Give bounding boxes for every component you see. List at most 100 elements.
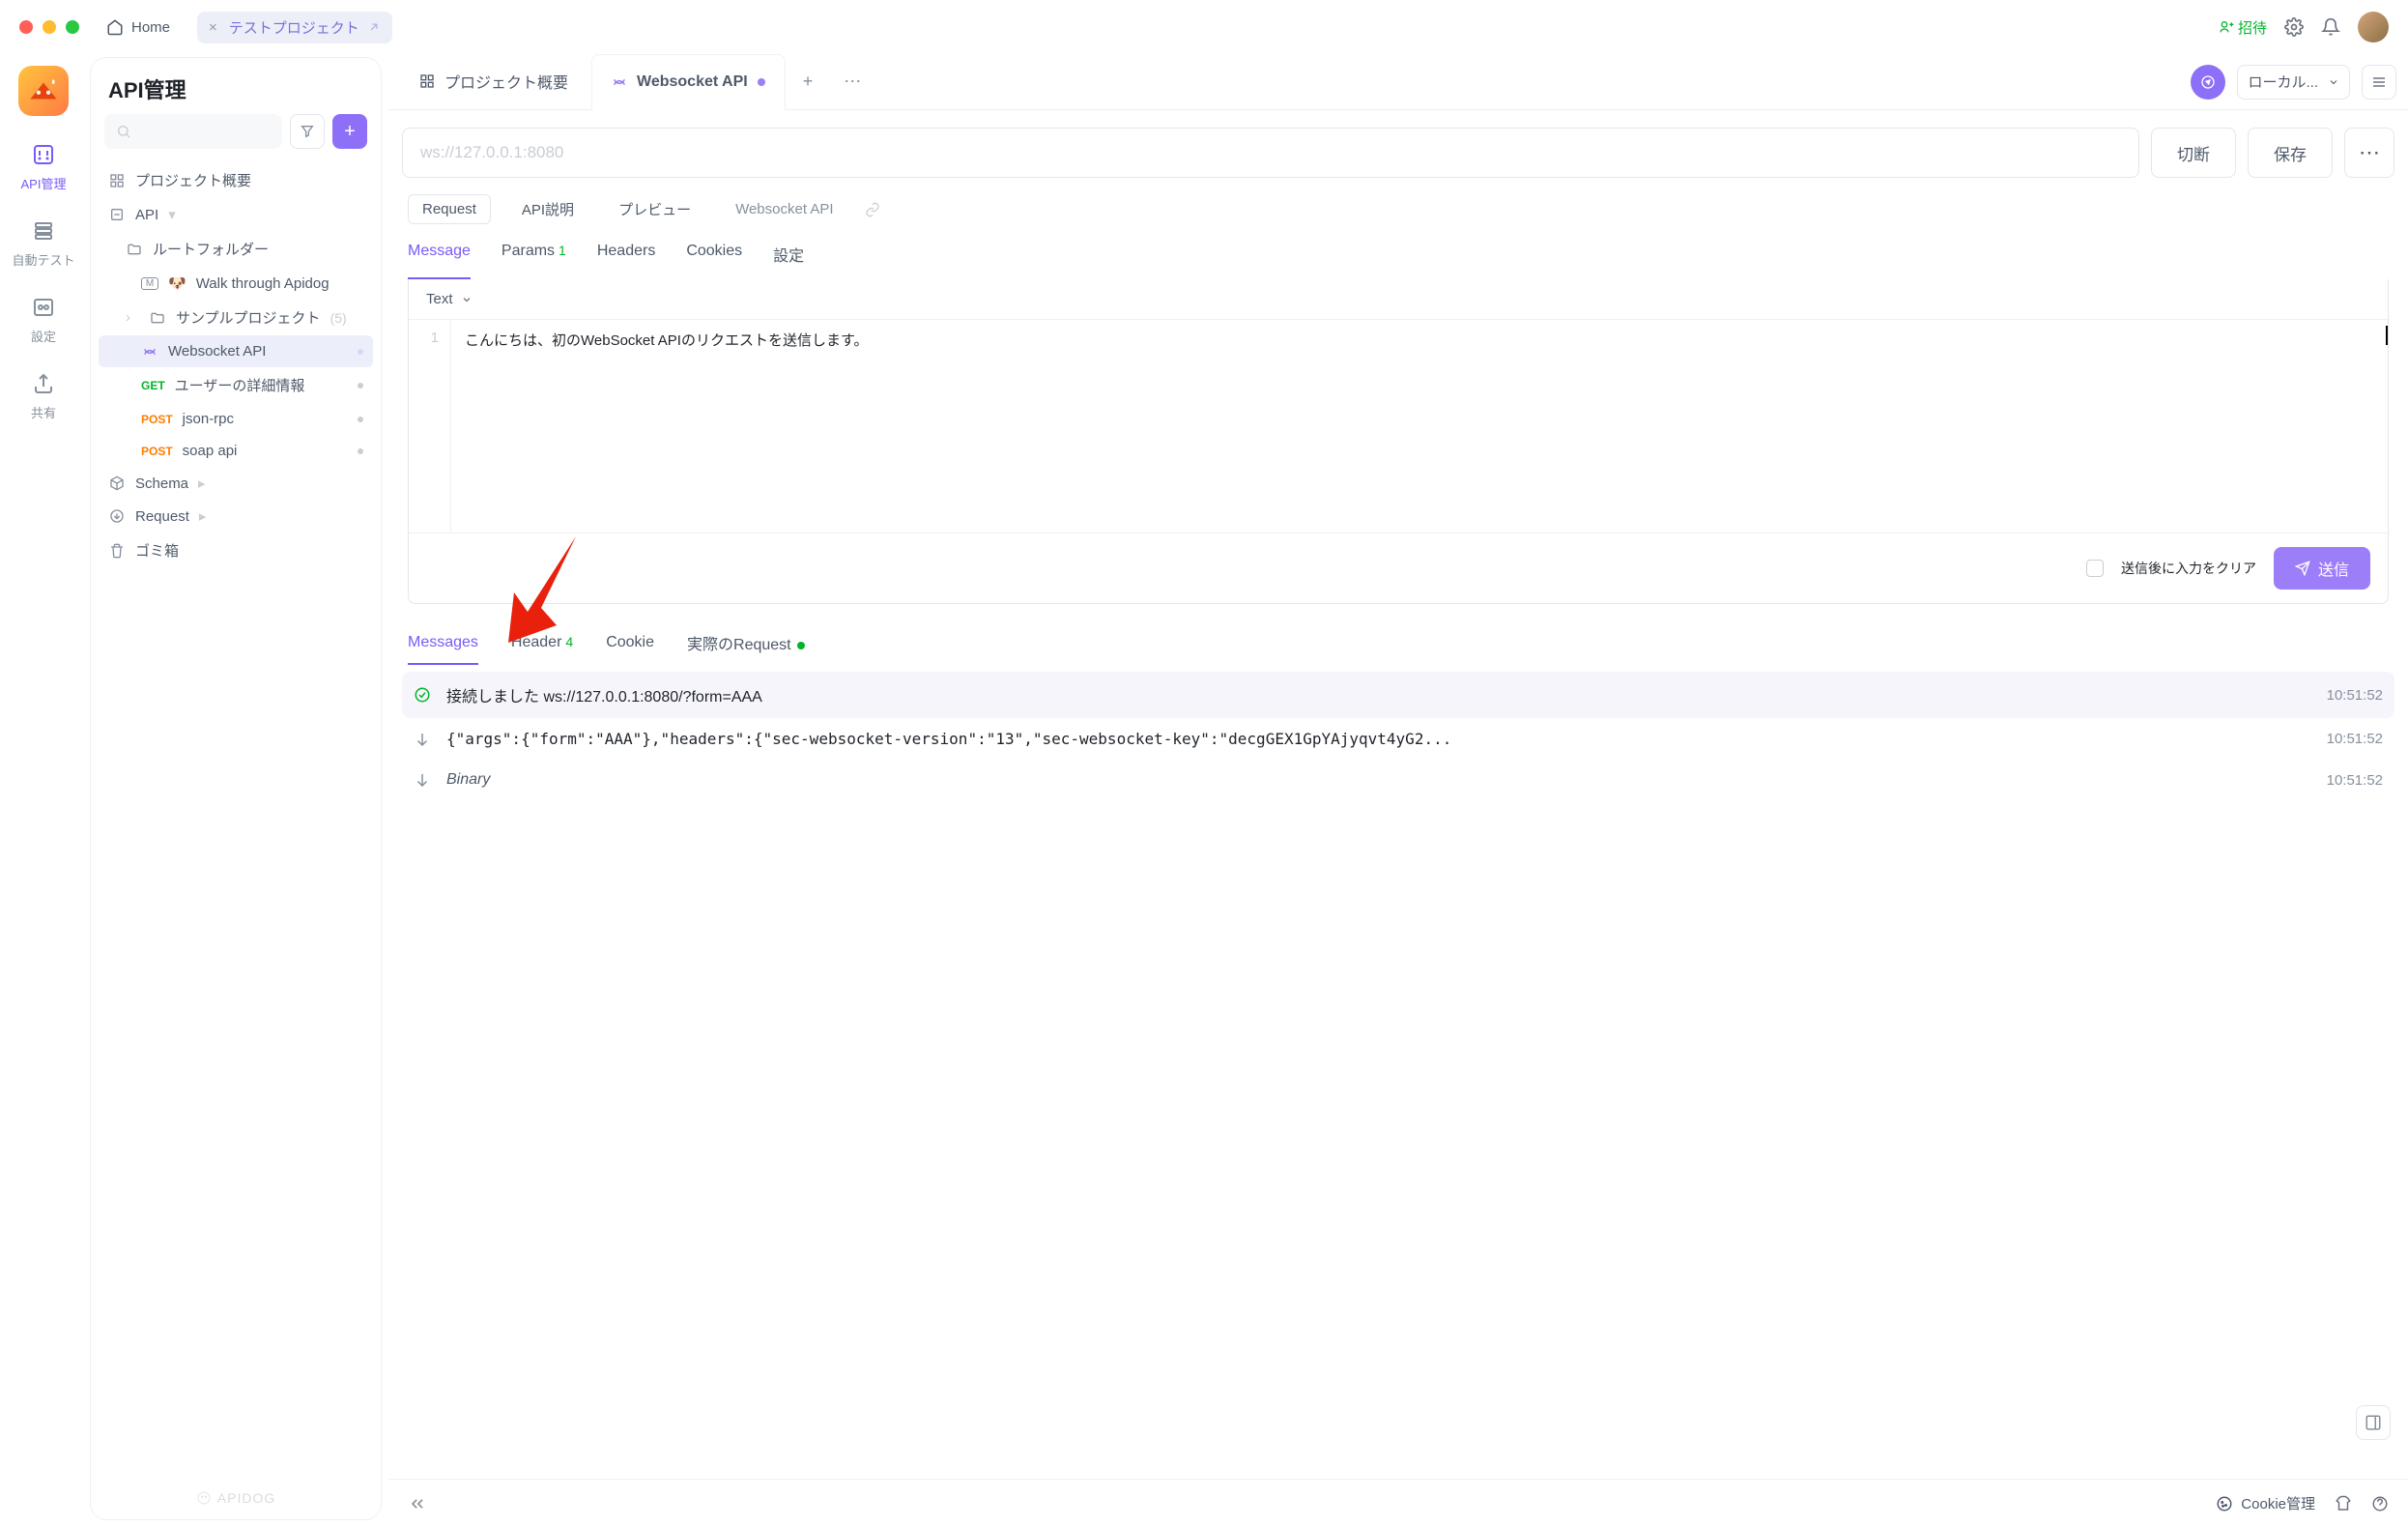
minimize-window-icon[interactable]	[43, 20, 56, 34]
seg-preview[interactable]: プレビュー	[605, 193, 704, 225]
grid-icon	[419, 73, 435, 89]
external-link-icon	[367, 20, 381, 34]
rtab-cookie-label: Cookie	[606, 634, 654, 650]
home-label: Home	[131, 19, 170, 36]
result-time: 10:51:52	[2327, 772, 2383, 789]
rtab-real-request[interactable]: 実際のRequest	[687, 631, 805, 668]
result-binary-text: Binary	[446, 771, 2313, 789]
close-window-icon[interactable]	[19, 20, 33, 34]
more-button[interactable]: ⋯	[2344, 128, 2394, 178]
project-tab[interactable]: × テストプロジェクト	[197, 12, 392, 43]
result-binary[interactable]: Binary 10:51:52	[402, 760, 2394, 800]
close-tab-icon[interactable]: ×	[209, 19, 217, 36]
tree-user-detail[interactable]: GET ユーザーの詳細情報	[99, 367, 373, 403]
tree-soap[interactable]: POST soap api	[99, 435, 373, 467]
theme-button[interactable]	[2335, 1495, 2352, 1513]
invite-button[interactable]: 招待	[2219, 17, 2267, 38]
editor-head: Text	[409, 279, 2388, 320]
save-button[interactable]: 保存	[2248, 128, 2333, 178]
seg-apidesc[interactable]: API説明	[508, 193, 588, 225]
subtab-params[interactable]: Params1	[502, 243, 566, 279]
collapse-button[interactable]	[408, 1494, 427, 1513]
result-message[interactable]: {"args":{"form":"AAA"},"headers":{"sec-w…	[402, 718, 2394, 760]
notification-button[interactable]	[2321, 17, 2340, 37]
seg-link[interactable]	[865, 202, 880, 217]
subtab-headers[interactable]: Headers	[597, 243, 655, 279]
rail-share-label: 共有	[31, 403, 56, 421]
tree-project-overview[interactable]: プロジェクト概要	[99, 162, 373, 198]
url-input[interactable]: ws://127.0.0.1:8080	[402, 128, 2139, 178]
tree-api[interactable]: API ▾	[99, 198, 373, 231]
link-icon	[865, 202, 880, 217]
app-logo[interactable]	[18, 66, 69, 116]
filter-button[interactable]	[290, 114, 325, 149]
search-input[interactable]	[104, 114, 282, 149]
rail-settings[interactable]: 設定	[30, 294, 57, 345]
editor-code[interactable]: こんにちは、初のWebSocket APIのリクエストを送信します。	[451, 320, 2388, 533]
tree-jsonrpc[interactable]: POST json-rpc	[99, 403, 373, 435]
tree-websocket[interactable]: Websocket API	[99, 335, 373, 367]
panel-toggle-button[interactable]	[2356, 1405, 2391, 1440]
rtab-messages-label: Messages	[408, 634, 478, 650]
rtab-cookie[interactable]: Cookie	[606, 634, 654, 665]
logo-icon	[27, 74, 60, 107]
menu-button[interactable]	[2362, 65, 2396, 100]
subtab-cookies[interactable]: Cookies	[686, 243, 742, 279]
tree-schema[interactable]: Schema ▸	[99, 467, 373, 500]
tab-more-button[interactable]: ⋯	[830, 72, 874, 92]
main: プロジェクト概要 Websocket API + ⋯ ローカル... ws://…	[388, 54, 2408, 1527]
seg-preview-label: プレビュー	[618, 202, 691, 218]
cookie-manager-button[interactable]: Cookie管理	[2216, 1493, 2315, 1513]
disconnect-button[interactable]: 切断	[2151, 128, 2236, 178]
maximize-window-icon[interactable]	[66, 20, 79, 34]
subtab-settings[interactable]: 設定	[773, 243, 804, 279]
rail-settings-label: 設定	[31, 327, 56, 345]
api-icon	[32, 143, 55, 166]
tree-soap-label: soap api	[183, 443, 238, 459]
tree: プロジェクト概要 API ▾ ルートフォルダー M 🐶 Walk through…	[91, 158, 381, 1519]
editor-body[interactable]: 1 こんにちは、初のWebSocket APIのリクエストを送信します。	[409, 320, 2388, 533]
left-rail: API管理 自動テスト 設定 共有	[0, 54, 87, 1527]
rail-api[interactable]: API管理	[21, 141, 67, 192]
save-label: 保存	[2274, 141, 2307, 165]
tree-root-folder[interactable]: ルートフォルダー	[99, 231, 373, 267]
tree-sample-project[interactable]: › サンプルプロジェクト (5)	[99, 300, 373, 335]
disconnect-label: 切断	[2177, 141, 2210, 165]
rtab-messages[interactable]: Messages	[408, 634, 478, 665]
tree-trash[interactable]: ゴミ箱	[99, 533, 373, 568]
add-button[interactable]: +	[332, 114, 367, 149]
env-run-button[interactable]	[2191, 65, 2225, 100]
invite-label: 招待	[2238, 17, 2267, 38]
send-button[interactable]: 送信	[2274, 547, 2370, 590]
folder-icon	[127, 242, 142, 257]
tree-schema-label: Schema	[135, 475, 188, 492]
settings-button[interactable]	[2284, 17, 2304, 37]
tree-request[interactable]: Request ▸	[99, 500, 373, 533]
rail-api-label: API管理	[21, 174, 67, 192]
editor-format-select[interactable]: Text	[426, 291, 473, 307]
home-button[interactable]: Home	[95, 13, 182, 42]
rail-autotest[interactable]: 自動テスト	[12, 217, 74, 269]
env-select[interactable]: ローカル...	[2237, 65, 2350, 100]
subtab-message[interactable]: Message	[408, 243, 471, 279]
seg-request[interactable]: Request	[408, 194, 491, 224]
tree-api-label: API	[135, 207, 158, 223]
help-icon	[2371, 1495, 2389, 1513]
tree-trash-label: ゴミ箱	[135, 540, 179, 561]
new-tab-button[interactable]: +	[789, 72, 827, 92]
bottom-bar: Cookie管理	[388, 1479, 2408, 1527]
result-connected[interactable]: 接続しました ws://127.0.0.1:8080/?form=AAA 10:…	[402, 672, 2394, 718]
send-icon	[2295, 561, 2310, 576]
rail-share[interactable]: 共有	[30, 370, 57, 421]
avatar[interactable]	[2358, 12, 2389, 43]
help-button[interactable]	[2371, 1495, 2389, 1513]
tab-overview[interactable]: プロジェクト概要	[400, 54, 588, 109]
rtab-header[interactable]: Header4	[511, 634, 573, 665]
tree-walk-through[interactable]: M 🐶 Walk through Apidog	[99, 267, 373, 300]
stack-icon	[32, 219, 55, 243]
editor-line-1: こんにちは、初のWebSocket APIのリクエストを送信します。	[465, 332, 868, 349]
result-connected-text: 接続しました ws://127.0.0.1:8080/?form=AAA	[446, 683, 2313, 706]
tab-websocket[interactable]: Websocket API	[591, 54, 786, 109]
clear-after-send-checkbox[interactable]	[2086, 560, 2104, 577]
plus-icon: +	[344, 121, 356, 143]
